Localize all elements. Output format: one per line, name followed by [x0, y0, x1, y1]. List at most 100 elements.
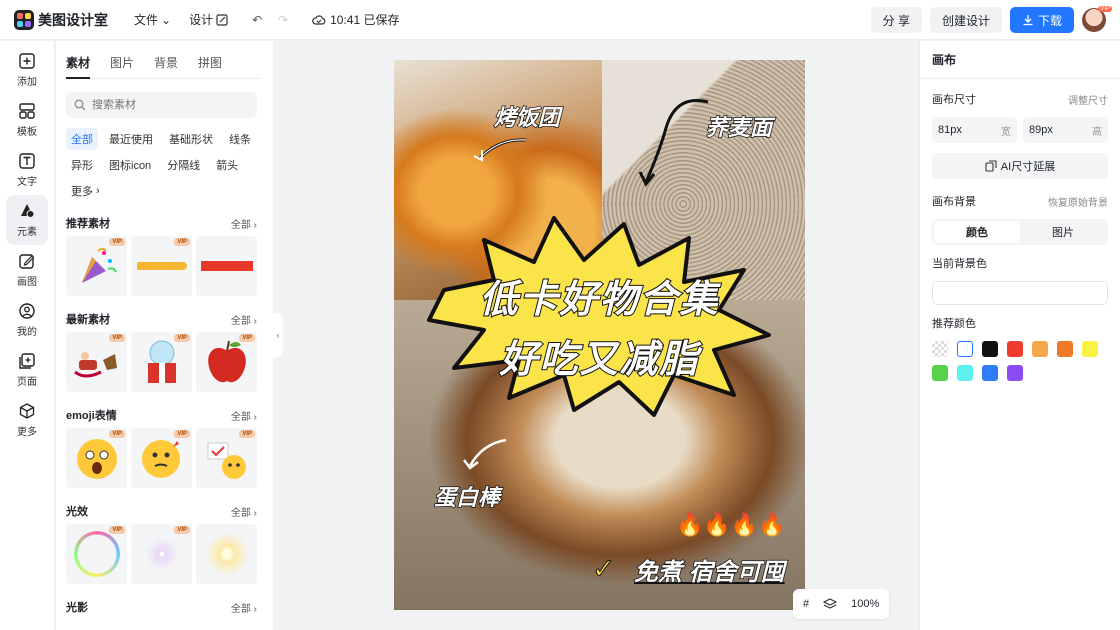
chip-more[interactable]: 更多 ›: [66, 180, 105, 202]
section-title: 最新素材: [66, 314, 110, 326]
bg-type-image[interactable]: 图片: [1020, 221, 1106, 243]
share-button[interactable]: 分 享: [870, 7, 922, 33]
ai-extend-button[interactable]: AI尺寸延展: [932, 153, 1108, 179]
section-title: 推荐素材: [66, 218, 110, 230]
vip-badge: VIP: [109, 238, 125, 246]
tab-collage[interactable]: 拼图: [198, 54, 222, 71]
material-thumb[interactable]: VIP: [131, 524, 192, 584]
chip-icons[interactable]: 图标icon: [104, 154, 156, 176]
nav-label: 画图: [17, 277, 37, 288]
swatch-black[interactable]: [982, 341, 998, 357]
app-logo-icon: [14, 9, 34, 30]
chip-all[interactable]: 全部: [66, 128, 98, 150]
current-bg-color[interactable]: [932, 281, 1108, 305]
see-all-link[interactable]: 全部 ›: [231, 408, 257, 423]
sleigh-image: [73, 352, 117, 378]
material-thumb[interactable]: VIP: [66, 236, 127, 296]
swatch-light-orange[interactable]: [1032, 341, 1048, 357]
avatar[interactable]: VIP: [1082, 6, 1112, 32]
width-field[interactable]: 81px 宽: [932, 117, 1017, 143]
see-all-link[interactable]: 全部 ›: [231, 312, 257, 327]
bg-type-color[interactable]: 颜色: [934, 221, 1020, 243]
canvas-area: ‹ 低卡好物合集 好吃又减脂 烤饭团 荞麦面 蛋白棒 免煮 宿舍可囤 🔥🔥🔥🔥 …: [273, 41, 918, 630]
nav-item-draw[interactable]: 画图: [0, 245, 54, 295]
nav-item-page[interactable]: 页面: [0, 345, 54, 395]
page-icon: [19, 353, 35, 369]
section-latest: 最新素材 全部 ›: [66, 306, 257, 332]
nav-item-add[interactable]: 添加: [0, 45, 54, 95]
arrow-doodle-icon: [473, 138, 527, 162]
nav-label: 添加: [17, 77, 37, 88]
material-thumb[interactable]: VIP: [196, 428, 257, 488]
file-menu-label: 文件: [134, 13, 159, 27]
material-thumb[interactable]: [196, 524, 257, 584]
glow-image: [204, 532, 249, 576]
adjust-size-link[interactable]: 调整尺寸: [1068, 92, 1108, 107]
swatch-white[interactable]: [957, 341, 973, 357]
swatch-purple[interactable]: [1007, 365, 1023, 381]
material-thumb[interactable]: VIP: [131, 332, 192, 392]
fire-emojis[interactable]: 🔥🔥🔥🔥: [676, 512, 786, 538]
swatch-orange[interactable]: [1057, 341, 1073, 357]
nav-item-mine[interactable]: 我的: [0, 295, 54, 345]
swatch-transparent[interactable]: [932, 341, 948, 357]
thinking-face-emoji: [141, 440, 180, 478]
swatch-blue[interactable]: [982, 365, 998, 381]
see-all-link[interactable]: 全部 ›: [231, 504, 257, 519]
label-rice-ball[interactable]: 烤饭团: [493, 100, 561, 132]
create-design-button[interactable]: 创建设计: [929, 7, 1002, 33]
collapse-panel-button[interactable]: ‹: [273, 313, 283, 357]
nav-item-more[interactable]: 更多: [0, 395, 54, 445]
undo-icon[interactable]: ↶: [246, 9, 268, 31]
redo-icon[interactable]: ↷: [272, 9, 294, 31]
height-field[interactable]: 89px 高: [1023, 117, 1108, 143]
user-icon: [19, 303, 35, 319]
zoom-level[interactable]: 100%: [851, 598, 879, 610]
poster-title-line1[interactable]: 低卡好物合集: [394, 268, 805, 323]
swatch-green[interactable]: [932, 365, 948, 381]
chip-recent[interactable]: 最近使用: [104, 128, 158, 150]
nav-item-template[interactable]: 模板: [0, 95, 54, 145]
grid-icon[interactable]: #: [803, 598, 809, 610]
download-button[interactable]: 下载: [1009, 7, 1074, 33]
section-title: 光影: [66, 602, 88, 614]
nav-item-text[interactable]: 文字: [0, 145, 54, 195]
chip-basic-shapes[interactable]: 基础形状: [164, 128, 218, 150]
app-logo[interactable]: 美图设计室: [14, 9, 108, 30]
material-thumb[interactable]: VIP: [131, 236, 192, 296]
see-all-link[interactable]: 全部 ›: [231, 216, 257, 231]
search-box[interactable]: [66, 92, 257, 118]
swatch-yellow[interactable]: [1082, 341, 1098, 357]
material-thumb[interactable]: VIP: [66, 428, 127, 488]
design-canvas[interactable]: 低卡好物合集 好吃又减脂 烤饭团 荞麦面 蛋白棒 免煮 宿舍可囤 🔥🔥🔥🔥 ✓: [394, 60, 805, 610]
swatch-cyan[interactable]: [957, 365, 973, 381]
tab-image[interactable]: 图片: [110, 54, 134, 71]
label-soba[interactable]: 荞麦面: [705, 110, 773, 142]
tab-background[interactable]: 背景: [154, 54, 178, 71]
file-menu[interactable]: 文件 ⌄: [134, 11, 171, 28]
chip-dividers[interactable]: 分隔线: [162, 154, 205, 176]
poster-title-line2[interactable]: 好吃又减脂: [394, 328, 805, 383]
see-all-label: 全部: [230, 603, 251, 615]
design-menu[interactable]: 设计: [189, 11, 228, 28]
material-thumb[interactable]: [196, 236, 257, 296]
label-no-cook[interactable]: 免煮 宿舍可囤: [633, 552, 785, 587]
material-thumb[interactable]: VIP: [66, 332, 127, 392]
material-thumb[interactable]: VIP: [131, 428, 192, 488]
chip-irregular[interactable]: 异形: [66, 154, 98, 176]
ai-extend-label: AI尺寸延展: [1000, 161, 1056, 173]
restore-bg-link[interactable]: 恢复原始背景: [1048, 194, 1108, 209]
nav-item-element[interactable]: 元素: [6, 195, 48, 245]
layers-icon[interactable]: [823, 597, 838, 611]
see-all-link[interactable]: 全部 ›: [231, 600, 257, 615]
search-input[interactable]: [92, 99, 232, 111]
red-bar-image: [200, 261, 253, 271]
material-thumb[interactable]: VIP: [66, 524, 127, 584]
chip-lines[interactable]: 线条: [224, 128, 256, 150]
chip-arrows[interactable]: 箭头: [211, 154, 243, 176]
material-thumb[interactable]: VIP: [196, 332, 257, 392]
label-protein-bar[interactable]: 蛋白棒: [433, 480, 501, 512]
swatch-red[interactable]: [1007, 341, 1023, 357]
check-mark-icon[interactable]: ✓: [591, 552, 615, 585]
tab-material[interactable]: 素材: [66, 54, 91, 79]
